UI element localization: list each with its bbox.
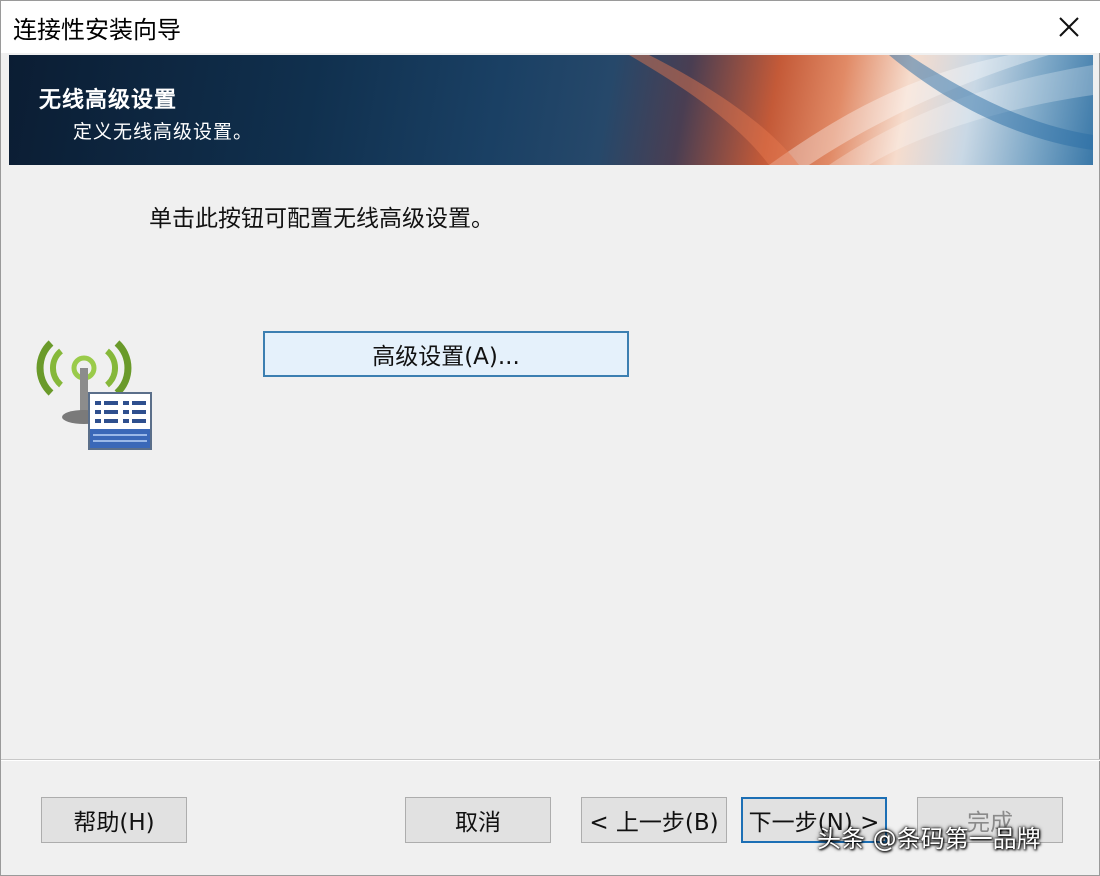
wizard-content: 单击此按钮可配置无线高级设置。 高级设置(A)... bbox=[9, 165, 1093, 759]
wireless-settings-icon bbox=[36, 340, 152, 450]
watermark-text: 头条 @条码第一品牌 bbox=[817, 825, 1041, 853]
footer-divider-highlight bbox=[1, 760, 1100, 761]
watermark: 头条 @条码第一品牌 bbox=[817, 819, 1041, 854]
back-button[interactable]: < 上一步(B) bbox=[581, 797, 727, 843]
close-button[interactable] bbox=[1037, 1, 1100, 53]
header-banner: 无线高级设置 定义无线高级设置。 bbox=[9, 55, 1093, 165]
help-button[interactable]: 帮助(H) bbox=[41, 797, 187, 843]
banner-subtitle: 定义无线高级设置。 bbox=[73, 121, 254, 143]
wizard-window: 连接性安装向导 无线高级设置 定义无线高级设置。 单击此按钮可配置无线高级设置。 bbox=[0, 0, 1100, 876]
cancel-button[interactable]: 取消 bbox=[405, 797, 551, 843]
instruction-text: 单击此按钮可配置无线高级设置。 bbox=[149, 206, 494, 232]
title-bar: 连接性安装向导 bbox=[1, 1, 1100, 53]
window-title: 连接性安装向导 bbox=[13, 16, 181, 44]
banner-title: 无线高级设置 bbox=[39, 88, 178, 113]
close-icon bbox=[1059, 17, 1079, 37]
advanced-settings-button[interactable]: 高级设置(A)... bbox=[263, 331, 629, 377]
